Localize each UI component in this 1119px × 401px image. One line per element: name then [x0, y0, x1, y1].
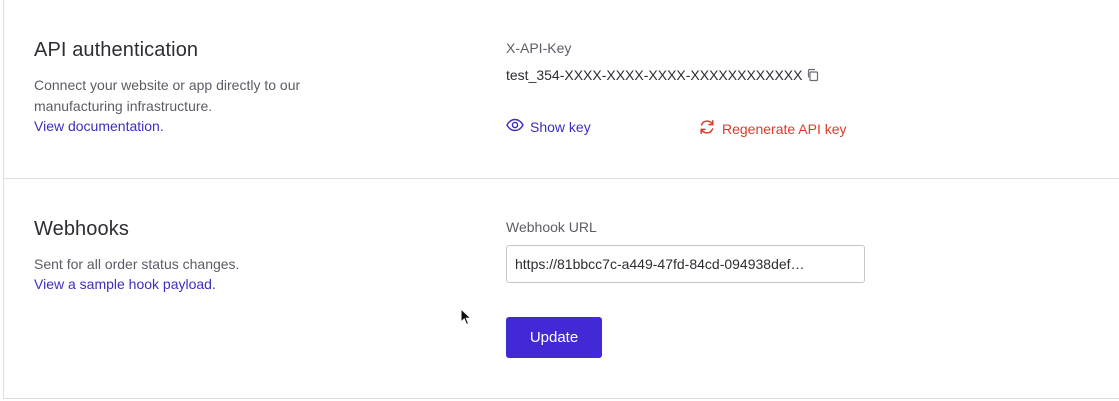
view-documentation-link[interactable]: View documentation.	[34, 118, 164, 134]
mouse-cursor-icon	[460, 307, 473, 326]
webhooks-title: Webhooks	[34, 218, 129, 240]
settings-panel: API authentication Connect your website …	[3, 0, 1119, 399]
api-key-label: X-API-Key	[506, 40, 572, 56]
webhooks-section: Webhooks Sent for all order status chang…	[4, 179, 1119, 399]
eye-icon	[506, 118, 530, 135]
webhooks-description: Sent for all order status changes.	[34, 256, 240, 272]
webhook-url-input[interactable]	[506, 245, 865, 283]
show-key-button[interactable]: Show key	[506, 118, 591, 135]
api-authentication-section: API authentication Connect your website …	[4, 0, 1119, 179]
copy-icon[interactable]	[806, 68, 820, 82]
api-auth-title: API authentication	[34, 39, 199, 61]
update-button[interactable]: Update	[506, 317, 602, 358]
api-key-value: test_354-XXXX-XXXX-XXXX-XXXXXXXXXXXX	[506, 67, 803, 83]
refresh-icon	[698, 118, 722, 139]
api-key-row: test_354-XXXX-XXXX-XXXX-XXXXXXXXXXXX	[506, 67, 820, 83]
webhook-url-label: Webhook URL	[506, 219, 597, 235]
regenerate-api-key-button[interactable]: Regenerate API key	[698, 118, 847, 139]
regenerate-label: Regenerate API key	[722, 120, 847, 137]
show-key-label: Show key	[530, 118, 591, 135]
sample-hook-payload-link[interactable]: View a sample hook payload.	[34, 276, 216, 292]
api-auth-description: Connect your website or app directly to …	[34, 77, 301, 114]
